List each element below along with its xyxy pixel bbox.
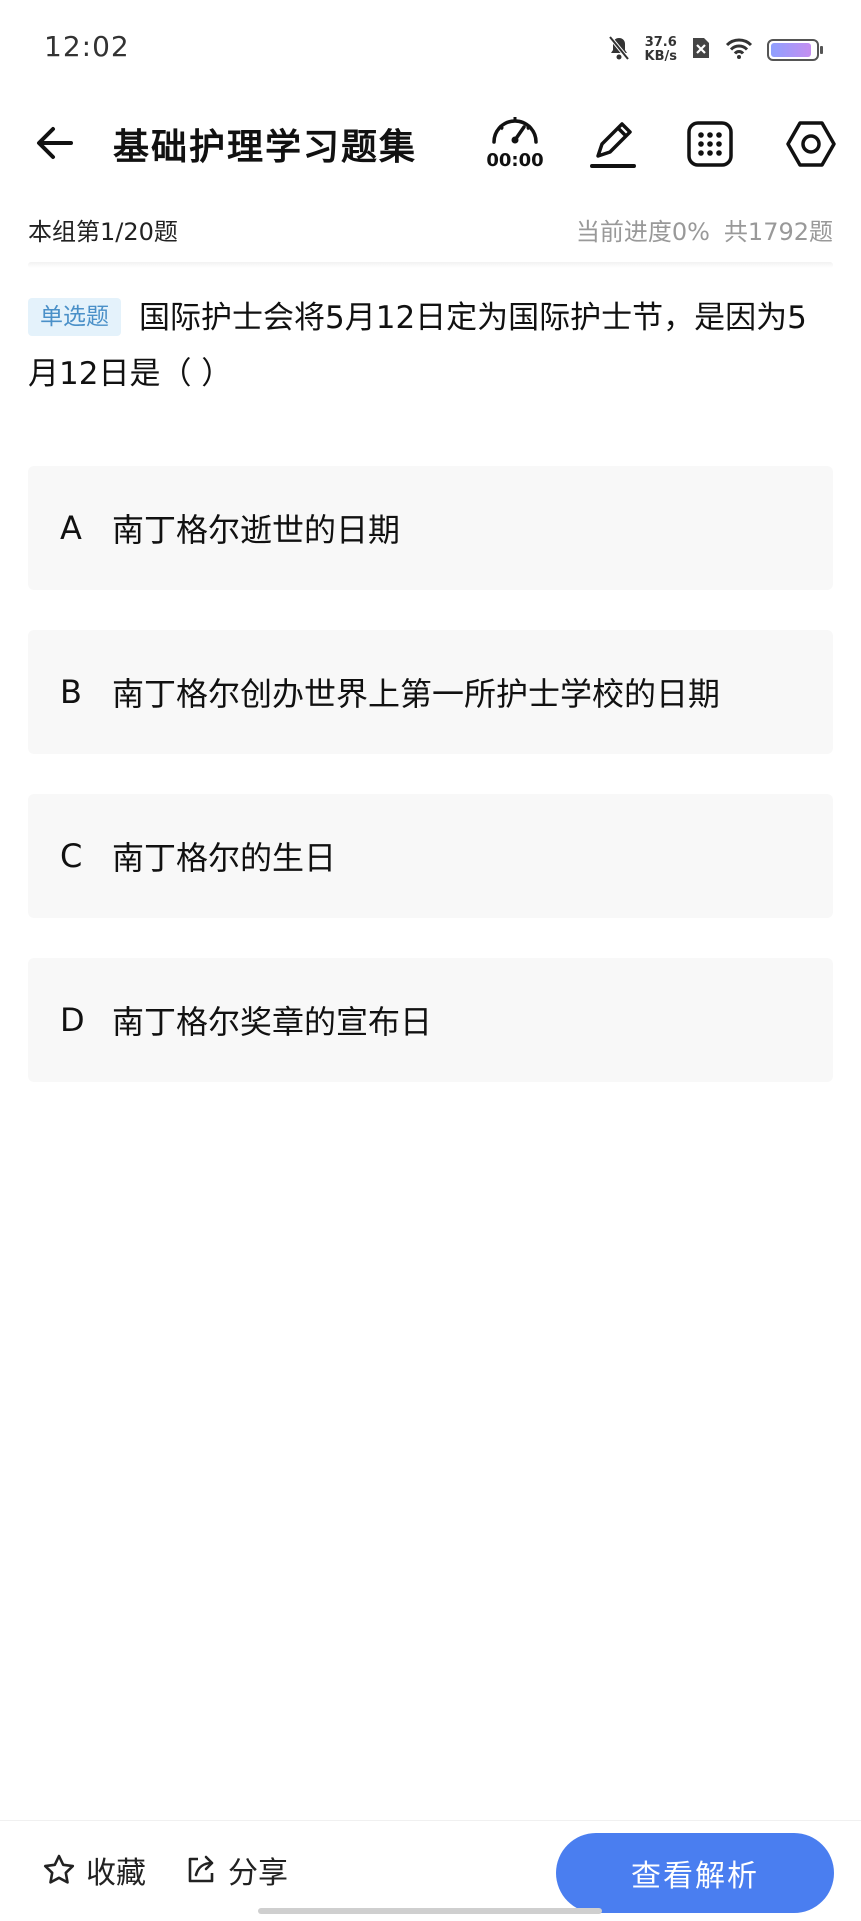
view-analysis-button[interactable]: 查看解析: [556, 1833, 834, 1913]
status-time: 12:02: [44, 30, 130, 63]
no-sim-icon: [691, 36, 711, 64]
share-button[interactable]: 分享: [184, 1848, 288, 1892]
home-indicator[interactable]: [258, 1908, 602, 1914]
option-text: 南丁格尔的生日: [112, 839, 337, 877]
net-speed-value: 37.6: [644, 35, 677, 50]
group-progress: 本组第1/20题: [28, 218, 178, 246]
total-questions: 共1792题: [723, 218, 833, 246]
wifi-icon: [725, 37, 753, 63]
back-button[interactable]: [28, 116, 82, 170]
overall-progress: 当前进度0% 共1792题: [576, 212, 833, 247]
settings-button[interactable]: [781, 114, 841, 174]
option-b[interactable]: B 南丁格尔创办世界上第一所护士学校的日期: [28, 630, 833, 754]
option-d[interactable]: D 南丁格尔奖章的宣布日: [28, 958, 833, 1082]
option-letter: B: [60, 673, 82, 711]
question-text: 国际护士会将5月12日定为国际护士节，是因为5月12日是（ ）: [28, 300, 807, 392]
option-letter: C: [60, 837, 83, 875]
option-text: 南丁格尔创办世界上第一所护士学校的日期: [112, 675, 721, 713]
status-icons: 37.6 KB/s: [607, 30, 823, 70]
settings-hexagon-icon: [786, 121, 836, 167]
share-icon: [188, 1855, 214, 1883]
favorite-button[interactable]: 收藏: [42, 1848, 146, 1892]
grid-icon: [687, 121, 733, 167]
star-icon: [43, 1854, 75, 1884]
net-speed: 37.6 KB/s: [645, 36, 677, 64]
question-type-badge: 单选题: [28, 298, 121, 336]
timer-text: 00:00: [486, 150, 544, 171]
current-progress: 当前进度0%: [575, 218, 710, 246]
net-speed-unit: KB/s: [644, 49, 677, 64]
speedometer-icon: [492, 117, 538, 144]
timer-button[interactable]: 00:00: [484, 112, 546, 178]
option-c[interactable]: C 南丁格尔的生日: [28, 794, 833, 918]
mute-bell-icon: [607, 35, 631, 65]
option-letter: D: [60, 1001, 85, 1039]
arrow-left-icon: [37, 127, 73, 159]
edit-button[interactable]: [583, 114, 643, 174]
battery-icon: [767, 39, 823, 61]
question: 单选题 国际护士会将5月12日定为国际护士节，是因为5月12日是（ ）: [28, 290, 833, 402]
divider: [28, 262, 833, 268]
pencil-icon: [590, 122, 636, 168]
option-a[interactable]: A 南丁格尔逝世的日期: [28, 466, 833, 590]
option-text: 南丁格尔奖章的宣布日: [112, 1003, 433, 1041]
favorite-label: 收藏: [86, 1856, 146, 1891]
option-letter: A: [60, 509, 82, 547]
page-title: 基础护理学习题集: [113, 127, 418, 168]
option-text: 南丁格尔逝世的日期: [112, 511, 401, 549]
share-label: 分享: [228, 1856, 288, 1891]
answer-sheet-button[interactable]: [680, 114, 740, 174]
